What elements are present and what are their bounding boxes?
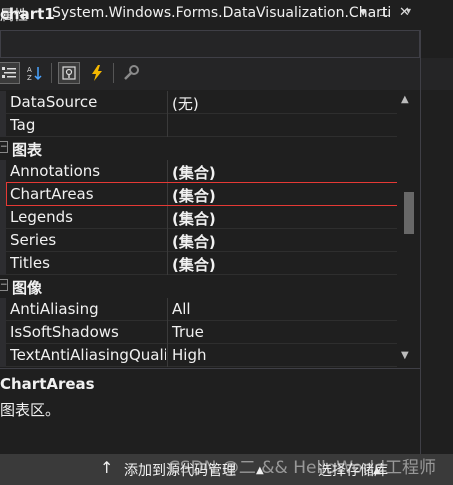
category-name: 图表 xyxy=(12,141,43,159)
collapse-toggle-icon[interactable]: − xyxy=(0,141,8,153)
property-row-annotations[interactable]: Annotations (集合) xyxy=(0,160,397,183)
object-type: System.Windows.Forms.DataVisualization.C… xyxy=(52,5,392,21)
property-value[interactable]: (集合) xyxy=(172,254,216,275)
category-name: 图像 xyxy=(12,279,43,297)
property-value[interactable]: True xyxy=(172,323,204,341)
scrollbar-thumb[interactable] xyxy=(404,192,414,234)
property-name: Annotations xyxy=(10,162,101,180)
row-margin xyxy=(0,160,6,183)
property-row-titles[interactable]: Titles (集合) xyxy=(0,252,397,275)
property-value[interactable]: (集合) xyxy=(172,231,216,252)
property-value[interactable]: (集合) xyxy=(172,162,216,183)
categorized-icon[interactable] xyxy=(0,62,20,84)
object-name: chart1 xyxy=(0,5,55,23)
row-margin xyxy=(0,114,6,137)
column-divider xyxy=(167,91,168,114)
property-name: Titles xyxy=(10,254,50,272)
watermark: CSDN @二 && HelloWorld工程师 xyxy=(168,458,436,478)
toolbar-separator xyxy=(113,63,114,83)
row-margin xyxy=(0,206,6,229)
svg-text:Z: Z xyxy=(27,74,32,82)
property-value[interactable]: (集合) xyxy=(172,208,216,229)
property-name: DataSource xyxy=(10,93,98,111)
property-name: Tag xyxy=(10,116,36,134)
property-name: IsSoftShadows xyxy=(10,323,119,341)
property-value[interactable]: (无) xyxy=(172,93,199,114)
selection-highlight-box xyxy=(6,182,417,206)
row-margin xyxy=(0,252,6,275)
property-value[interactable]: All xyxy=(172,300,191,318)
svg-text:A: A xyxy=(27,66,32,74)
properties-icon[interactable] xyxy=(58,62,80,84)
column-divider xyxy=(167,298,168,321)
property-row-textantialiasingquality[interactable]: TextAntiAliasingQuali High xyxy=(0,344,397,367)
events-icon[interactable] xyxy=(86,62,108,84)
property-row-issoftshadows[interactable]: IsSoftShadows True xyxy=(0,321,397,344)
row-margin xyxy=(0,321,6,344)
row-margin xyxy=(0,344,6,367)
column-divider xyxy=(167,252,168,275)
property-name: Series xyxy=(10,231,57,249)
scroll-down-icon[interactable]: ▼ xyxy=(401,350,409,361)
column-divider xyxy=(167,160,168,183)
object-selector[interactable] xyxy=(0,30,420,58)
scroll-up-icon[interactable]: ▲ xyxy=(401,94,409,105)
alphabetical-icon[interactable]: AZ xyxy=(24,62,46,84)
chevron-down-icon[interactable]: ▾ xyxy=(406,6,411,17)
category-row-image[interactable]: − 图像 xyxy=(0,275,397,298)
category-row-chart[interactable]: − 图表 xyxy=(0,137,397,160)
property-name: AntiAliasing xyxy=(10,300,99,318)
column-divider xyxy=(167,321,168,344)
property-value[interactable]: High xyxy=(172,346,206,364)
description-text: 图表区。 xyxy=(0,401,61,419)
collapse-toggle-icon[interactable]: − xyxy=(0,279,8,291)
column-divider xyxy=(167,114,168,137)
property-row-antialiasing[interactable]: AntiAliasing All xyxy=(0,298,397,321)
property-row-legends[interactable]: Legends (集合) xyxy=(0,206,397,229)
property-row-datasource[interactable]: DataSource (无) xyxy=(0,91,397,114)
description-title: ChartAreas xyxy=(0,375,95,393)
property-row-series[interactable]: Series (集合) xyxy=(0,229,397,252)
row-margin xyxy=(0,229,6,252)
property-pages-icon[interactable] xyxy=(120,62,142,84)
property-name: TextAntiAliasingQuali xyxy=(10,346,166,364)
column-divider xyxy=(167,229,168,252)
row-margin xyxy=(0,298,6,321)
toolbar-separator xyxy=(51,63,52,83)
panel-border xyxy=(420,30,421,454)
property-name: Legends xyxy=(10,208,73,226)
row-margin xyxy=(0,91,6,114)
arrow-up-icon[interactable]: ↑ xyxy=(100,458,113,477)
column-divider xyxy=(167,344,168,367)
column-divider xyxy=(167,206,168,229)
property-row-tag[interactable]: Tag xyxy=(0,114,397,137)
